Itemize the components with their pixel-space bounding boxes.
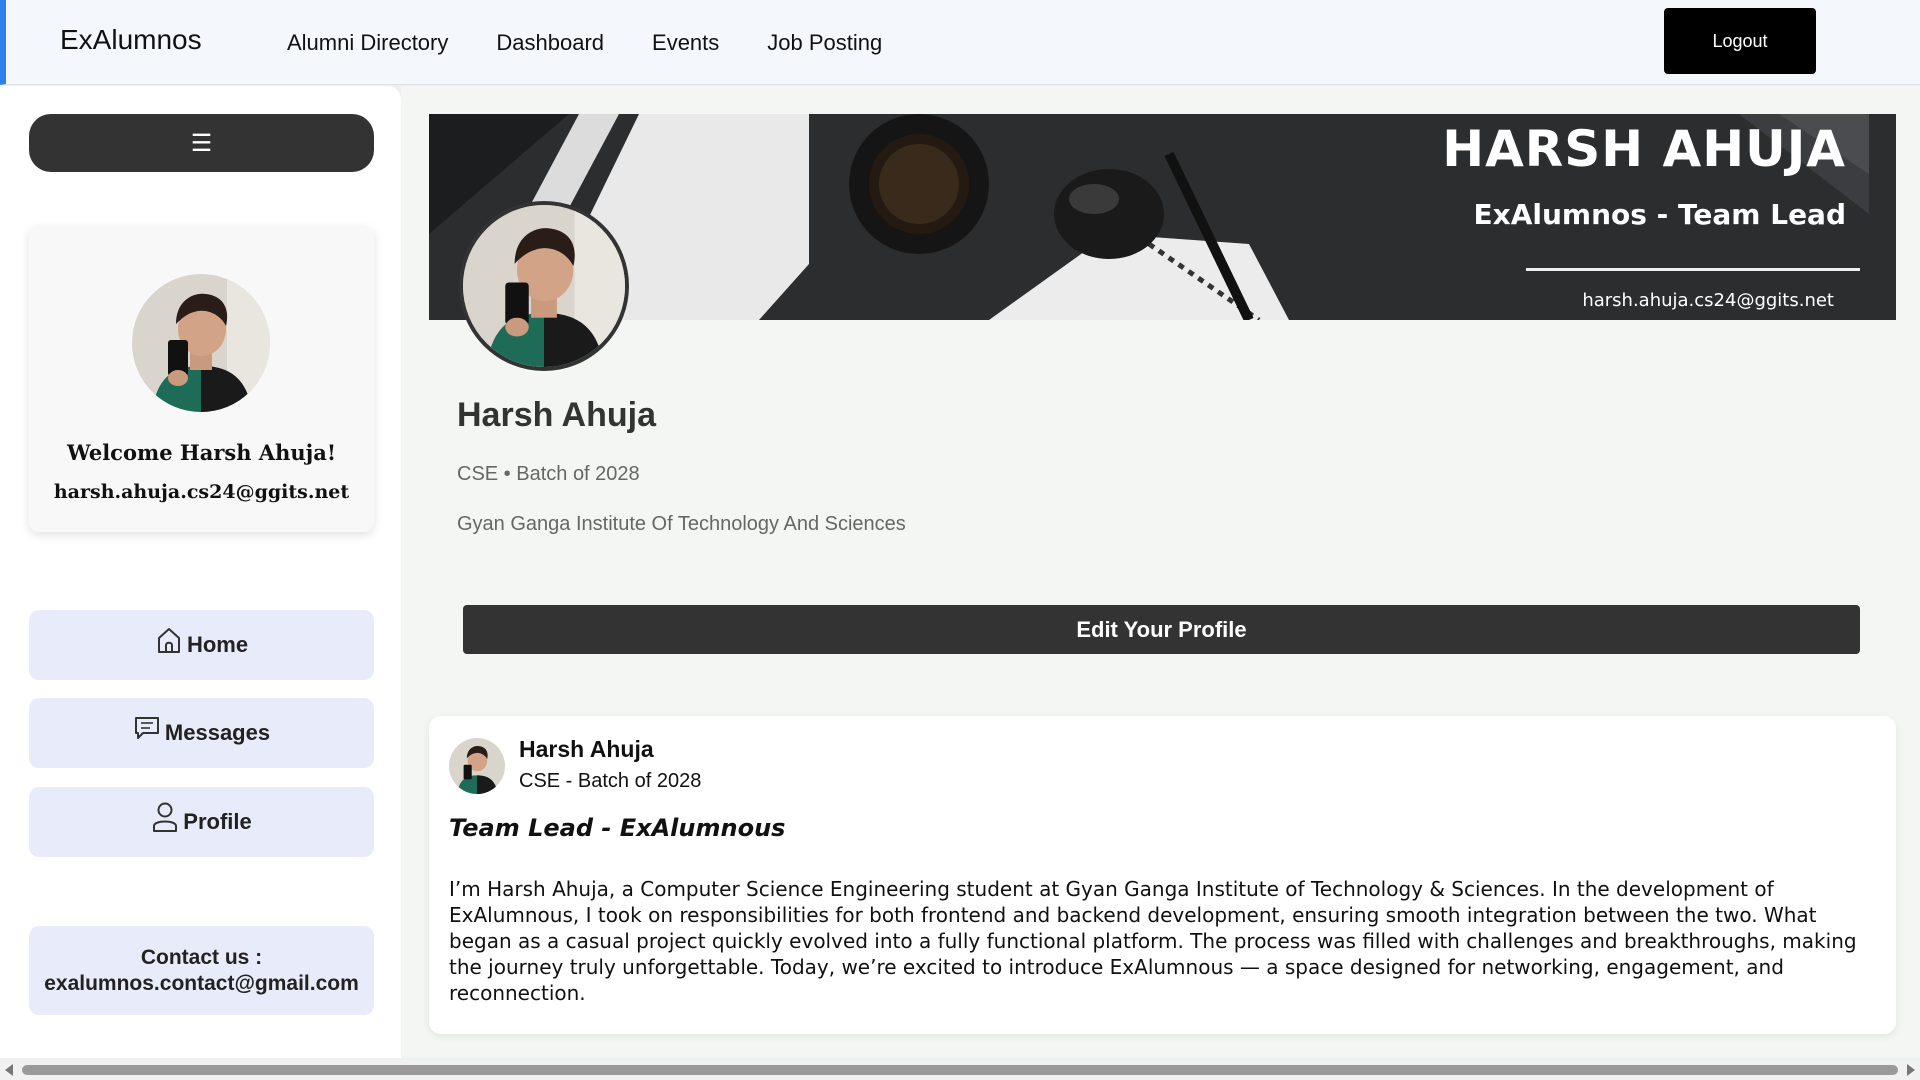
scrollbar-thumb[interactable] — [22, 1065, 1898, 1075]
hamburger-icon: ☰ — [190, 129, 213, 157]
top-navbar: ExAlumnos Alumni Directory Dashboard Eve… — [0, 0, 1920, 85]
post-author: Harsh Ahuja — [519, 736, 654, 762]
profile-school: Gyan Ganga Institute Of Technology And S… — [457, 513, 906, 535]
banner-divider — [1526, 268, 1860, 271]
sidebar-item-messages[interactable]: Messages — [29, 698, 374, 768]
profile-avatar — [459, 201, 629, 371]
nav-link-dashboard[interactable]: Dashboard — [496, 30, 604, 56]
user-icon — [153, 802, 178, 832]
sidebar-item-label: Profile — [183, 809, 252, 834]
banner-role: ExAlumnos - Team Lead — [1473, 198, 1846, 231]
post-body: I’m Harsh Ahuja, a Computer Science Engi… — [449, 877, 1857, 1005]
sidebar-item-home[interactable]: Home — [29, 610, 374, 680]
profile-banner: HARSH AHUJA ExAlumnos - Team Lead harsh.… — [429, 114, 1896, 320]
profile-name: Harsh Ahuja — [457, 396, 657, 434]
post-batch: CSE - Batch of 2028 — [519, 770, 702, 792]
profile-batch: CSE • Batch of 2028 — [457, 463, 640, 485]
scroll-right-icon[interactable] — [1907, 1064, 1915, 1076]
logout-button[interactable]: Logout — [1664, 8, 1816, 74]
nav-link-events[interactable]: Events — [652, 30, 719, 56]
banner-name: HARSH AHUJA — [1442, 120, 1846, 178]
sidebar-item-label: Home — [186, 632, 249, 657]
brand-logo[interactable]: ExAlumnos — [60, 24, 202, 56]
nav-link-job-posting[interactable]: Job Posting — [767, 30, 882, 56]
sidebar-item-label: Messages — [164, 720, 271, 745]
welcome-card: Welcome Harsh Ahuja! harsh.ahuja.cs24@gg… — [29, 226, 374, 532]
message-icon — [134, 717, 159, 739]
horizontal-scrollbar[interactable] — [0, 1060, 1920, 1080]
contact-label: Contact us : — [140, 945, 263, 969]
edit-profile-button[interactable]: Edit Your Profile — [463, 605, 1860, 654]
menu-toggle-button[interactable]: ☰ — [29, 114, 374, 172]
nav-link-alumni-directory[interactable]: Alumni Directory — [287, 30, 448, 56]
welcome-email: harsh.ahuja.cs24@ggits.net — [53, 481, 350, 503]
welcome-title: Welcome Harsh Ahuja! — [66, 440, 337, 465]
post-title: Team Lead - ExAlumnous — [449, 814, 786, 842]
contact-box: Contact us : exalumnos.contact@gmail.com — [29, 926, 374, 1015]
banner-email: harsh.ahuja.cs24@ggits.net — [1582, 290, 1834, 311]
avatar — [132, 274, 270, 412]
nav-links: Alumni Directory Dashboard Events Job Po… — [287, 30, 930, 56]
sidebar-item-profile[interactable]: Profile — [29, 787, 374, 857]
post-avatar — [449, 738, 505, 794]
scroll-left-icon[interactable] — [5, 1064, 13, 1076]
contact-email[interactable]: exalumnos.contact@gmail.com — [44, 971, 359, 997]
home-icon — [157, 628, 180, 653]
main-content: HARSH AHUJA ExAlumnos - Team Lead harsh.… — [401, 86, 1920, 1058]
sidebar: ☰ Welcome Harsh Ahuja! harsh.ahuja.cs24@… — [0, 86, 401, 1058]
post-card: Harsh Ahuja CSE - Batch of 2028 Team Lea… — [429, 716, 1896, 1034]
